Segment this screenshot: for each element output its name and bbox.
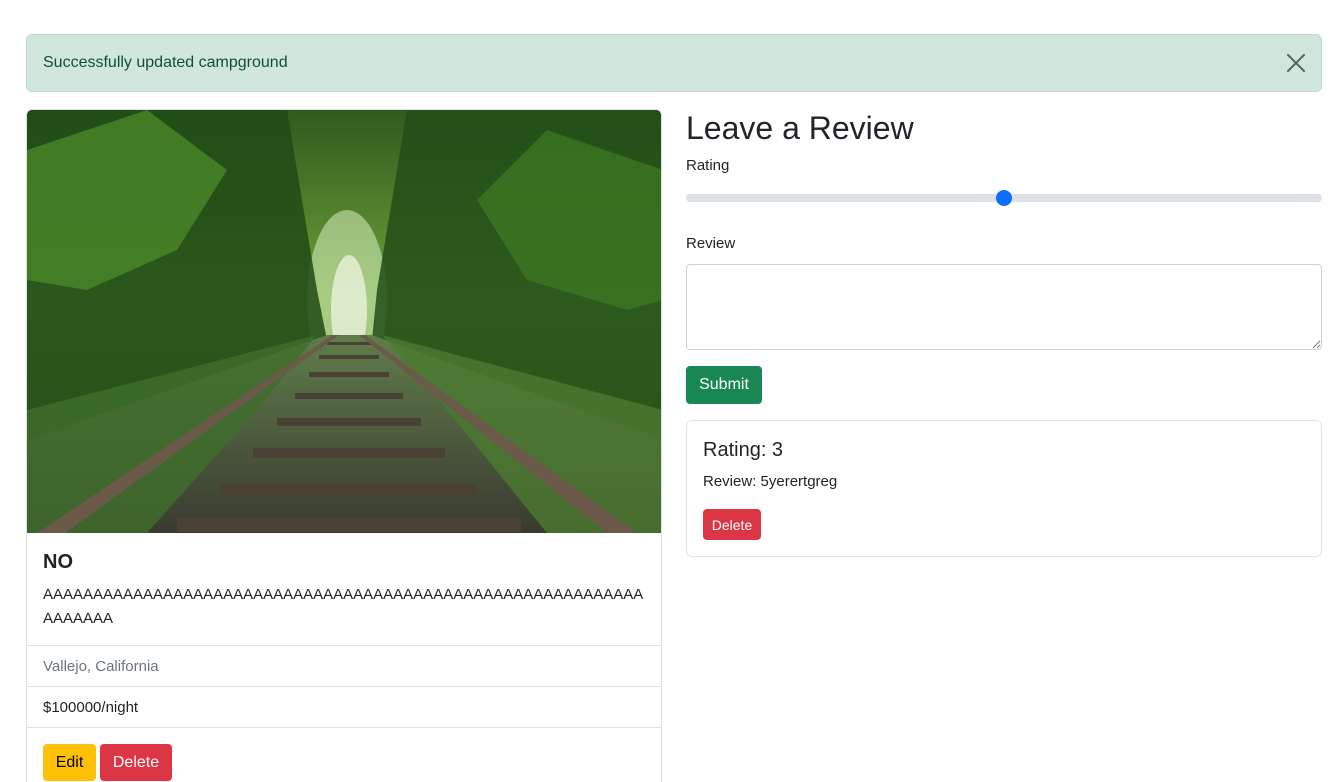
campground-actions: Edit Delete (27, 727, 661, 782)
submit-wrap: Submit (686, 366, 762, 404)
review-label: Review (686, 235, 736, 252)
delete-review-button[interactable]: Delete (703, 509, 761, 540)
location-text: Vallejo, California (43, 657, 159, 675)
campground-card: NO AAAAAAAAAAAAAAAAAAAAAAAAAAAAAAAAAAAAA… (26, 109, 662, 782)
campground-price: $100000/night (27, 686, 661, 727)
delete-campground-button[interactable]: Delete (100, 744, 172, 781)
rating-slider[interactable] (686, 189, 1322, 207)
price-text: $100000/night (43, 698, 139, 716)
campground-photo (27, 110, 661, 533)
review-textarea[interactable] (686, 264, 1322, 350)
rating-label: Rating (686, 157, 730, 174)
review-rating: Rating: 3 (703, 439, 784, 461)
campground-location: Vallejo, California (27, 645, 661, 686)
campground-title: NO (43, 551, 73, 573)
campground-description: AAAAAAAAAAAAAAAAAAAAAAAAAAAAAAAAAAAAAAAA… (43, 586, 644, 627)
alert-message: Successfully updated campground (43, 54, 288, 71)
rating-slider-thumb[interactable] (996, 190, 1012, 206)
review-form-title: Leave a Review (686, 110, 914, 146)
review-body: Review: 5yerertgreg (703, 473, 838, 490)
edit-button[interactable]: Edit (43, 744, 96, 781)
flash-alert: Successfully updated campground (26, 34, 1322, 92)
review-card: Rating: 3 Review: 5yerertgreg Delete (686, 420, 1322, 557)
close-icon[interactable] (1285, 52, 1307, 74)
submit-button[interactable]: Submit (686, 366, 762, 404)
